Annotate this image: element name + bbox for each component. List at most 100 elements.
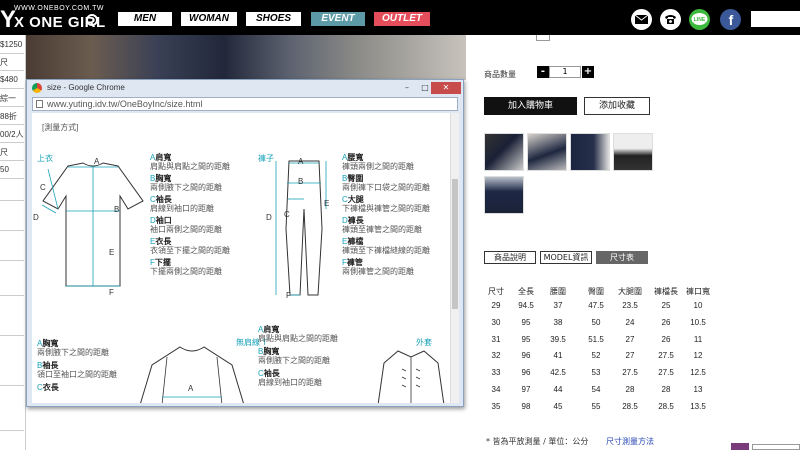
top-legend-desc: 兩側腋下之間的距離 bbox=[150, 183, 222, 192]
shirt-diagram-icon bbox=[41, 162, 144, 287]
size-table-cell: 95 bbox=[521, 317, 531, 327]
page: WWW.ONEBOY.COM.TW Y X ONE GIRL MEN WOMAN… bbox=[0, 0, 800, 450]
size-table-cell: 96 bbox=[521, 351, 531, 361]
size-table-cell: 44 bbox=[553, 385, 563, 394]
left-price: $1250 bbox=[0, 40, 23, 49]
top-legend-term: 下擺 bbox=[154, 258, 171, 267]
size-table-header-cell: 臀圍 bbox=[588, 287, 604, 296]
top-legend-term: 胸寬 bbox=[155, 174, 172, 183]
left-item: 00/2人 bbox=[0, 130, 24, 139]
nav-outlet[interactable]: OUTLET bbox=[374, 12, 430, 26]
popup-url: www.yuting.idv.tw/OneBoyInc/size.html bbox=[47, 99, 203, 109]
nav-shoes[interactable]: SHOES bbox=[246, 12, 301, 26]
pants-legend-entry: A腰寬 褲頭兩側之間的距離 bbox=[342, 153, 414, 171]
pants-legend-entry: E褲檔 褲頭至下褲檔縫線的距離 bbox=[342, 237, 430, 255]
size-table-row: 31 95 39.5 51.5 27 26 11 bbox=[484, 335, 744, 347]
pants-legend-desc: 褲頭至下褲檔縫線的距離 bbox=[342, 246, 430, 255]
chat-bar[interactable] bbox=[752, 444, 800, 450]
size-table-header-cell: 全長 bbox=[518, 287, 534, 296]
raglan-legend-term: 袖長 bbox=[42, 361, 59, 370]
jacket-legend-desc: 肩點與肩點之間的距離 bbox=[258, 334, 338, 343]
popup-titlebar[interactable]: size - Google Chrome – □ ✕ bbox=[27, 80, 463, 96]
top-legend-desc: 袖口兩側之間的距離 bbox=[150, 225, 222, 234]
size-table-cell: 54 bbox=[591, 385, 601, 394]
phone-icon[interactable] bbox=[660, 9, 681, 30]
pants-legend-entry: D褲長 褲頭至褲管之間的距離 bbox=[342, 216, 422, 234]
add-to-cart-button[interactable]: 加入購物車 bbox=[484, 97, 577, 115]
size-table-cell: 24 bbox=[625, 317, 635, 327]
popup-scrollbar[interactable] bbox=[450, 113, 459, 403]
pants-letter: F bbox=[286, 291, 291, 300]
size-table-header: 尺寸 全長 腰圍 臀圍 大腿圍 褲檔長 褲口寬 bbox=[484, 286, 744, 298]
option-box[interactable] bbox=[536, 35, 550, 41]
raglan-legend-desc: 領口至袖口之間的距離 bbox=[37, 370, 117, 379]
nav-woman[interactable]: WOMAN bbox=[181, 12, 237, 26]
raglan-legend-term: 胸寬 bbox=[42, 339, 59, 348]
pants-letter: E bbox=[324, 199, 330, 208]
left-column: $1250 尺 $480 綜一 88折 00/2人 尺 50 bbox=[0, 35, 26, 450]
tab-description[interactable]: 商品說明 bbox=[484, 251, 536, 264]
pants-letter: C bbox=[284, 210, 290, 219]
qty-label: 商品數量 bbox=[484, 70, 516, 79]
pants-legend-entry: C大腿 下褲檔與褲管之間的距離 bbox=[342, 195, 430, 213]
search-input[interactable] bbox=[751, 11, 800, 27]
qty-input[interactable]: 1 bbox=[549, 66, 581, 78]
minimize-button[interactable]: – bbox=[397, 82, 417, 94]
qty-plus-button[interactable]: + bbox=[582, 66, 594, 78]
top-legend-desc: 肩線到袖口的距離 bbox=[150, 204, 214, 213]
tab-model-info[interactable]: MODEL資訊 bbox=[540, 251, 592, 264]
jacket-diagram-icon bbox=[377, 350, 445, 403]
product-thumbnail[interactable] bbox=[484, 133, 524, 171]
add-to-favorites-button[interactable]: 添加收藏 bbox=[584, 97, 650, 115]
shirt-letter: F bbox=[109, 288, 114, 297]
mail-icon[interactable] bbox=[631, 9, 652, 30]
pants-legend-term: 腰寬 bbox=[347, 153, 364, 162]
size-table-cell: 39.5 bbox=[550, 334, 566, 344]
size-table-row: 30 95 38 50 24 26 10.5 bbox=[484, 318, 744, 330]
top-legend-entry: B胸寬 兩側腋下之間的距離 bbox=[150, 174, 222, 192]
size-measure-link[interactable]: 尺寸測量方法 bbox=[606, 436, 654, 447]
facebook-icon[interactable]: f bbox=[720, 9, 741, 30]
popup-address-bar[interactable]: www.yuting.idv.tw/OneBoyInc/size.html bbox=[32, 97, 458, 111]
tab-size-chart[interactable]: 尺寸表 bbox=[596, 251, 648, 264]
jacket-legend-entry: B胸寬 兩側腋下之間的距離 bbox=[258, 347, 330, 365]
top-legend-term: 衣長 bbox=[155, 237, 172, 246]
left-price-2: $480 bbox=[0, 75, 18, 84]
size-table-cell: 28.5 bbox=[658, 401, 674, 411]
left-item: 尺 bbox=[0, 148, 8, 157]
product-thumbnail[interactable] bbox=[570, 133, 610, 171]
size-table-cell: 96 bbox=[521, 368, 531, 378]
qty-minus-button[interactable]: - bbox=[537, 66, 549, 78]
pants-letter: D bbox=[266, 213, 272, 222]
raglan-legend-entry: C衣長 bbox=[37, 383, 59, 392]
size-table-cell: 28 bbox=[625, 385, 635, 394]
chrome-icon bbox=[32, 83, 42, 93]
pants-legend-desc: 褲頭兩側之間的距離 bbox=[342, 162, 414, 171]
raglan-legend-entry: A胸寬 兩側腋下之間的距離 bbox=[37, 339, 109, 357]
raglan-legend-entry: B袖長 領口至袖口之間的距離 bbox=[37, 361, 117, 379]
product-thumbnail[interactable] bbox=[484, 176, 524, 214]
size-table-cell: 28.5 bbox=[622, 401, 638, 411]
close-button[interactable]: ✕ bbox=[431, 82, 461, 94]
size-table-row: 32 96 41 52 27 27.5 12 bbox=[484, 351, 744, 363]
nav-event[interactable]: EVENT bbox=[311, 12, 365, 26]
top-legend-entry: F下擺 下擺兩側之間的距離 bbox=[150, 258, 222, 276]
product-thumbnail[interactable] bbox=[613, 133, 653, 171]
jacket-legend-term: 袖長 bbox=[263, 369, 280, 378]
jacket-legend-term: 胸寬 bbox=[263, 347, 280, 356]
product-photo[interactable] bbox=[26, 35, 466, 80]
size-note: * 皆為平放測量 / 單位：公分 bbox=[486, 437, 589, 446]
size-table-cell: 98 bbox=[521, 401, 531, 411]
nav-men[interactable]: MEN bbox=[118, 12, 172, 26]
line-icon[interactable]: LINE bbox=[689, 9, 710, 30]
pants-letter: B bbox=[298, 177, 304, 186]
scrollbar-thumb[interactable] bbox=[452, 179, 458, 309]
top-header: WWW.ONEBOY.COM.TW Y X ONE GIRL MEN WOMAN… bbox=[0, 0, 800, 35]
chat-widget[interactable] bbox=[731, 443, 749, 450]
size-table-cell: 52 bbox=[591, 351, 601, 361]
page-icon bbox=[36, 100, 43, 108]
site-logo[interactable]: WWW.ONEBOY.COM.TW Y X ONE GIRL bbox=[0, 2, 112, 34]
product-thumbnail[interactable] bbox=[527, 133, 567, 171]
pants-legend-term: 褲檔 bbox=[347, 237, 364, 246]
size-table-cell: 27.5 bbox=[658, 368, 674, 378]
